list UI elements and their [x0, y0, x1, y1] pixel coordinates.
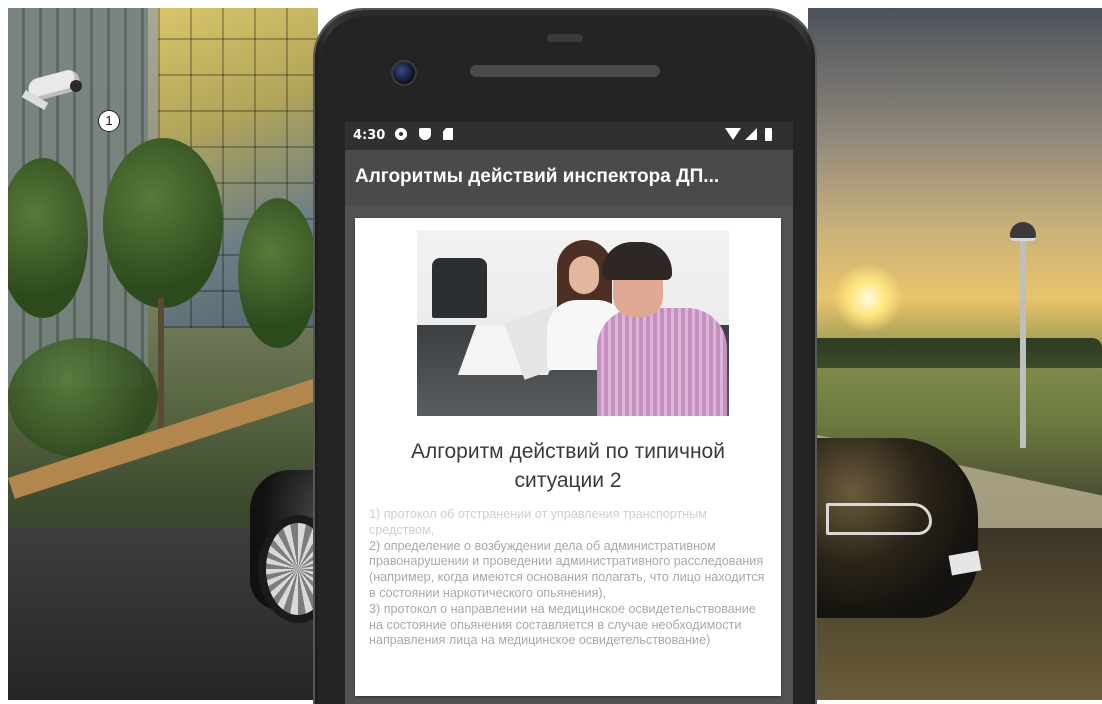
phone-frame: 4:30 Алгоритмы действий инспектора ДП... — [315, 10, 815, 704]
shield-icon — [419, 128, 431, 140]
body-text-line-1: 1) протокол об отстранении от управления… — [369, 507, 707, 537]
gear-icon — [395, 128, 407, 140]
car-headlight — [826, 503, 932, 535]
composite-image: 1 4:30 Алгоритмы действий инспектора ДП.… — [0, 0, 1102, 704]
right-background-scene — [808, 8, 1102, 700]
office-photo — [417, 230, 729, 416]
status-time: 4:30 — [353, 128, 386, 143]
cctv-camera-icon — [14, 67, 84, 120]
wifi-icon — [725, 128, 741, 140]
content-card[interactable]: Алгоритм действий по типичной ситуации 2… — [355, 218, 781, 696]
tree-trunk — [158, 298, 164, 448]
camera-lens — [70, 80, 82, 92]
photo-man-body — [597, 308, 727, 416]
treeline — [808, 338, 1102, 368]
sd-card-icon — [443, 128, 453, 140]
battery-icon — [765, 128, 772, 141]
body-text-rest: 2) определение о возбуждении дела об адм… — [369, 538, 765, 648]
street-lamp-head — [1010, 222, 1036, 241]
street-lamp-post — [1020, 233, 1026, 448]
tree — [103, 138, 223, 308]
situation-heading: Алгоритм действий по типичной ситуации 2 — [411, 440, 725, 492]
photo-woman-face — [569, 256, 599, 294]
photo-man — [602, 242, 672, 280]
phone-screen: 4:30 Алгоритмы действий инспектора ДП... — [345, 122, 793, 704]
front-camera-icon — [391, 60, 417, 86]
app-bar: Алгоритмы действий инспектора ДП... — [345, 150, 793, 206]
situation-body-text: 1) протокол об отстранении от управления… — [369, 507, 771, 649]
sun — [833, 263, 903, 333]
app-title: Алгоритмы действий инспектора ДП... — [355, 166, 720, 187]
status-bar: 4:30 — [345, 122, 793, 150]
camera-number-badge: 1 — [98, 110, 120, 132]
signal-icon — [745, 128, 757, 140]
tree — [238, 198, 318, 348]
top-speaker — [547, 34, 583, 42]
earpiece-speaker — [470, 65, 660, 77]
photo-chair — [432, 258, 487, 318]
